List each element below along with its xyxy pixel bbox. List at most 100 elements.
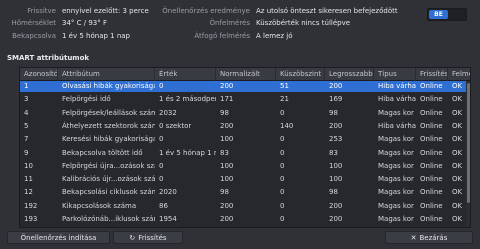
table-cell: Online xyxy=(420,82,443,90)
temperature-label: Hőmérséklet xyxy=(11,19,56,27)
table-cell: 83 xyxy=(329,148,338,157)
table-cell: 193 xyxy=(24,215,38,223)
power-on-value: 1 év 5 hónap 1 nap xyxy=(62,32,130,40)
column-header[interactable]: Azonosító xyxy=(20,68,58,81)
table-cell: 5 xyxy=(24,121,29,130)
table-cell: Bekapcsolva töltött idő xyxy=(62,148,143,157)
table-cell: 1954 xyxy=(159,215,177,223)
table-cell: 21 xyxy=(280,95,289,104)
table-cell: 200 xyxy=(220,82,234,90)
overall-assessment-row: Átfogó felmérés A lemez jó xyxy=(150,31,420,41)
table-row[interactable]: 9 Bekapcsolva töltött idő 1 év 5 hónap 1 n… xyxy=(20,148,466,159)
table-cell: 4 xyxy=(24,108,29,117)
drive-info-panel: Frissítve ennyivel ezelőtt: 3 perce Hőmé… xyxy=(0,0,480,52)
table-cell: 253 xyxy=(329,135,343,144)
table-row[interactable]: 1 Olvasási hibák gyakorisága 0 200 51 200 Hiba… xyxy=(20,81,466,92)
table-cell: Online xyxy=(420,215,443,223)
table-cell: 12 xyxy=(24,188,33,197)
table-cell: Magas kor xyxy=(378,148,414,157)
smart-attributes-table: Azonosító Attribútum Érték Normalizált Küszö… xyxy=(19,67,471,228)
table-row[interactable]: 4 Felpörgések/leállások száma 2032 98 0 98 Mag… xyxy=(20,108,466,119)
overall-assessment-label: Átfogó felmérés xyxy=(194,32,250,40)
table-cell: 1 és 2 másodperc xyxy=(159,95,216,104)
table-cell: 0 xyxy=(159,161,164,170)
table-cell: Online xyxy=(420,108,443,117)
table-row[interactable]: 12 Bekapcsolási ciklusok száma 2020 98 0 98 Ma… xyxy=(20,187,466,198)
table-cell: 0 xyxy=(280,161,285,170)
table-cell: 7 xyxy=(24,135,29,144)
table-cell: 200 xyxy=(220,215,234,223)
table-cell: Magas kor xyxy=(378,135,414,144)
table-cell: Felpörgési idő xyxy=(62,95,111,104)
table-row[interactable]: 193 Parkolózónáb...iklusok száma 1954 200 0 2… xyxy=(20,214,466,225)
start-selftest-button[interactable]: Önellenőrzés indítása xyxy=(7,231,110,244)
selftest-result-row: Önellenőrzés eredménye Az utolsó önteszt… xyxy=(150,6,420,16)
temperature-value: 34° C / 93° F xyxy=(62,19,107,27)
selftest-result-value: Az utolsó önteszt sikeresen befejeződött xyxy=(256,7,398,15)
power-on-label: Bekapcsolva xyxy=(12,32,56,40)
table-cell: Magas kor xyxy=(378,161,414,170)
close-icon: ✕ xyxy=(410,234,417,242)
table-row[interactable]: 192 Kikapcsolások száma 86 200 0 200 Magas kor… xyxy=(20,201,466,212)
table-cell: 140 xyxy=(280,121,294,130)
table-cell: Bekapcsolási ciklusok száma xyxy=(62,188,155,197)
overall-assessment-value: A lemez jó xyxy=(256,32,293,40)
column-header[interactable]: Küszöbszint xyxy=(276,68,325,81)
table-cell: 11 xyxy=(24,175,33,184)
table-cell: 83 xyxy=(220,148,229,157)
table-cell: Felpörgések/leállások száma xyxy=(62,108,155,117)
table-row[interactable]: 3 Felpörgési idő 1 és 2 másodperc 171 21 169 H… xyxy=(20,94,466,105)
start-selftest-label: Önellenőrzés indítása xyxy=(20,234,97,242)
table-cell: 0 xyxy=(280,108,285,117)
smart-toggle-switch[interactable]: BE xyxy=(427,8,467,21)
self-assessment-row: Önfelmérés Küszöbérték nincs túllépve xyxy=(150,18,420,28)
table-cell: Online xyxy=(420,95,443,104)
table-row[interactable]: 5 Áthelyezett szektorok száma 0 szektor 200… xyxy=(20,121,466,132)
column-header[interactable]: Frissítés xyxy=(416,68,448,81)
refresh-button[interactable]: ↻ Frissítés xyxy=(113,231,183,244)
table-cell: 0 xyxy=(280,148,285,157)
table-row[interactable]: 10 Felpörgési újra...ozások száma 0 100 0 100… xyxy=(20,161,466,172)
table-cell: 9 xyxy=(24,148,29,157)
scrollbar-thumb[interactable] xyxy=(467,83,470,203)
column-header[interactable]: Attribútum xyxy=(58,68,155,81)
column-header[interactable]: Érték xyxy=(155,68,216,81)
table-scrollbar[interactable] xyxy=(466,81,470,227)
table-cell: 51 xyxy=(280,82,289,90)
column-header[interactable]: Típus xyxy=(374,68,416,81)
table-cell: 2032 xyxy=(159,108,177,117)
column-header[interactable]: Normalizált xyxy=(216,68,276,81)
table-cell: 200 xyxy=(220,121,234,130)
table-cell: Online xyxy=(420,148,443,157)
table-cell: Magas kor xyxy=(378,188,414,197)
table-cell: 10 xyxy=(24,161,33,170)
table-cell: Magas kor xyxy=(378,108,414,117)
table-cell: 0 xyxy=(280,188,285,197)
table-cell: 200 xyxy=(329,215,343,223)
self-assessment-label: Önfelmérés xyxy=(209,19,250,27)
table-cell: Hiba várható xyxy=(378,95,416,104)
table-cell: 0 xyxy=(280,215,285,223)
table-row[interactable]: 7 Keresési hibák gyakorisága 0 100 0 253 Magas… xyxy=(20,134,466,145)
close-button[interactable]: ✕ Bezárás xyxy=(385,231,473,244)
table-cell: 0 szektor xyxy=(159,121,192,130)
table-cell: 98 xyxy=(329,108,338,117)
table-row[interactable]: 11 Kalibrációs újr...ozások száma 0 100 0 100… xyxy=(20,174,466,185)
table-cell: Hiba várható xyxy=(378,121,416,130)
table-cell: 3 xyxy=(24,95,29,104)
refresh-icon: ↻ xyxy=(129,234,136,242)
table-cell: Kalibrációs újr...ozások száma xyxy=(62,175,155,184)
table-cell: Online xyxy=(420,201,443,210)
table-cell: Magas kor xyxy=(378,201,414,210)
table-cell: 86 xyxy=(159,201,168,210)
table-cell: Olvasási hibák gyakorisága xyxy=(62,82,155,90)
table-cell: 100 xyxy=(220,135,234,144)
column-header[interactable]: Legrosszabb xyxy=(325,68,374,81)
table-cell: Online xyxy=(420,135,443,144)
table-cell: 100 xyxy=(220,175,234,184)
close-label: Bezárás xyxy=(419,234,448,242)
table-cell: 0 xyxy=(159,175,164,184)
column-header[interactable]: Felmérés xyxy=(448,68,470,81)
table-cell: 2020 xyxy=(159,188,177,197)
table-cell: 1 év 5 hónap 1 nap xyxy=(159,148,216,157)
